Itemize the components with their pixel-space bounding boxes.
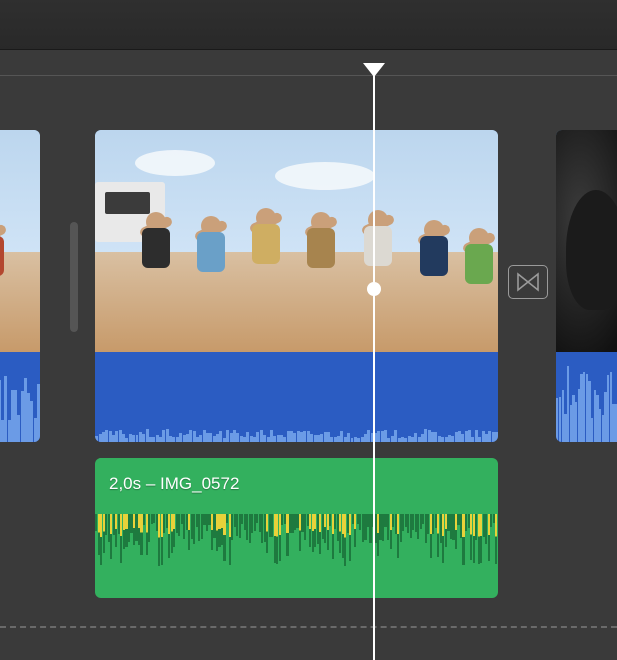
timeline-top-divider [0, 75, 617, 76]
clip-video-band [95, 352, 498, 442]
playhead[interactable] [373, 75, 375, 660]
playhead-knob-icon[interactable] [367, 282, 381, 296]
video-clip-left[interactable] [0, 130, 40, 442]
transition-icon[interactable] [508, 265, 548, 299]
clip-edge-handle[interactable] [70, 222, 78, 332]
clip-thumbnail [95, 130, 498, 352]
audio-clip[interactable]: 2,0s – IMG_0572 [95, 458, 498, 598]
clip-video-band [556, 352, 617, 442]
clip-video-band [0, 352, 40, 442]
crossfade-icon [516, 272, 540, 292]
clip-thumbnail [556, 130, 617, 352]
playhead-marker-icon [363, 63, 385, 77]
video-clip-right[interactable] [556, 130, 617, 442]
timeline-guide-line [0, 626, 617, 628]
audio-clip-label: 2,0s – IMG_0572 [109, 474, 239, 494]
video-clip-center[interactable] [95, 130, 498, 442]
clip-thumbnail [0, 130, 40, 352]
toolbar-strip [0, 0, 617, 50]
audio-expand-notch[interactable] [99, 458, 109, 462]
